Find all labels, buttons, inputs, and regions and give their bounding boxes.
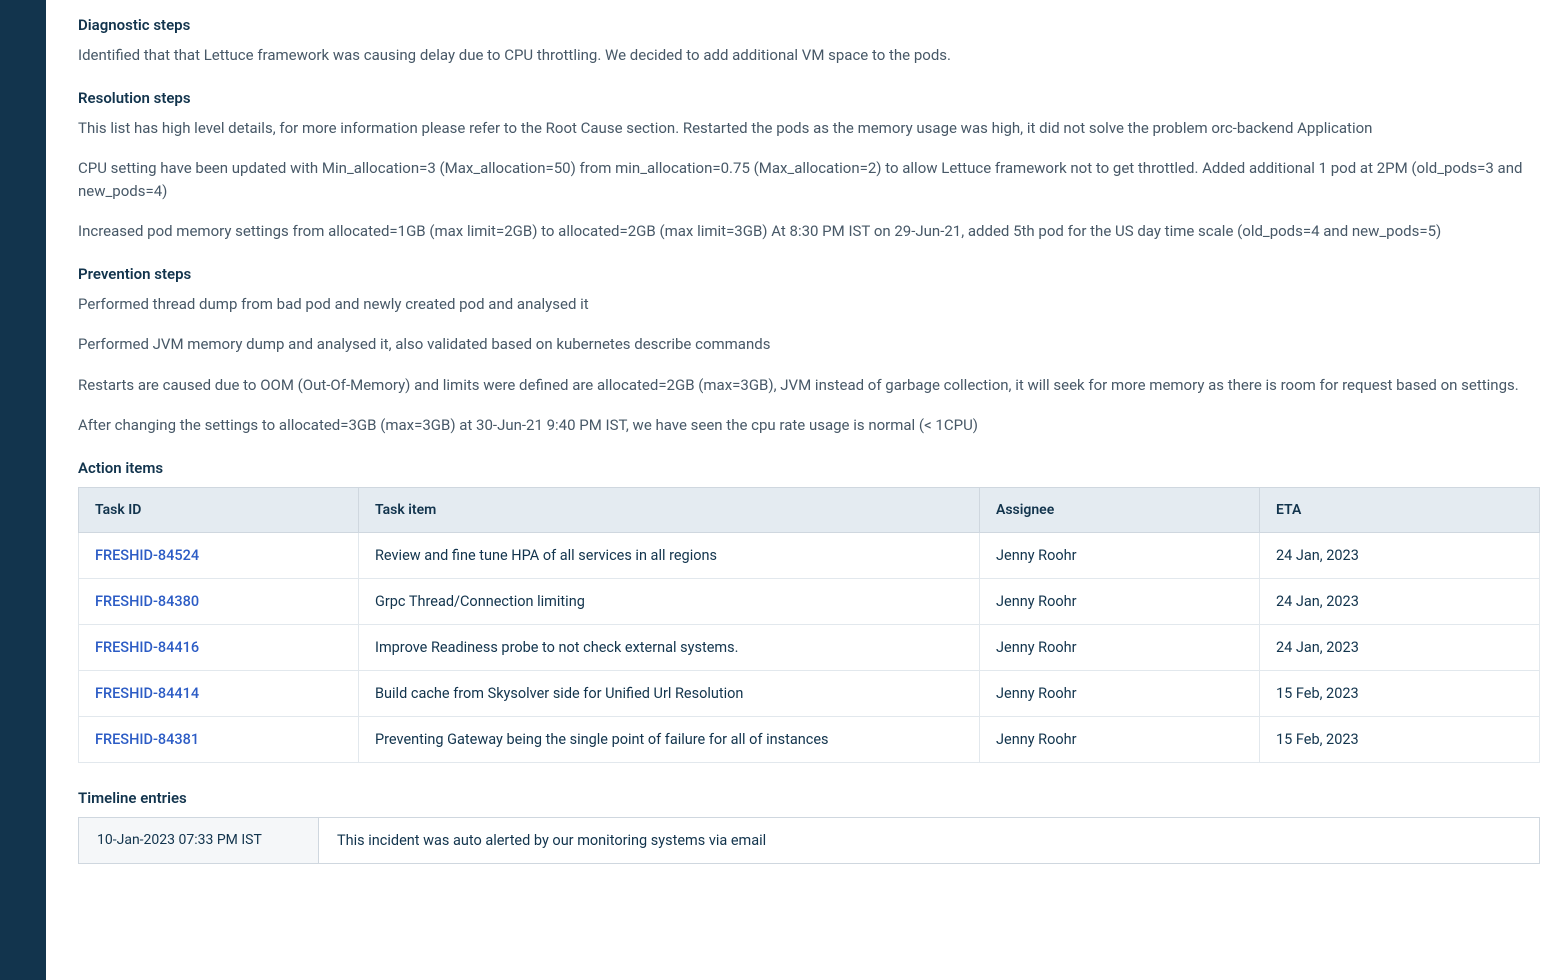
table-header-row: Task ID Task item Assignee ETA	[79, 487, 1540, 532]
col-header-task-item: Task item	[359, 487, 980, 532]
task-item-cell: Improve Readiness probe to not check ext…	[359, 624, 980, 670]
task-item-cell: Review and fine tune HPA of all services…	[359, 532, 980, 578]
task-item-cell: Preventing Gateway being the single poin…	[359, 716, 980, 762]
timeline-row: 10-Jan-2023 07:33 PM IST This incident w…	[79, 817, 1540, 863]
timeline-entries-heading: Timeline entries	[78, 789, 1542, 807]
task-id-link[interactable]: FRESHID-84524	[95, 547, 199, 564]
table-row: FRESHID-84524 Review and fine tune HPA o…	[79, 532, 1540, 578]
resolution-paragraph: Increased pod memory settings from alloc…	[78, 220, 1542, 243]
prevention-paragraph: After changing the settings to allocated…	[78, 414, 1542, 437]
timeline-timestamp: 10-Jan-2023 07:33 PM IST	[79, 817, 319, 863]
left-sidebar	[0, 0, 46, 980]
eta-cell: 15 Feb, 2023	[1260, 670, 1540, 716]
assignee-cell: Jenny Roohr	[980, 532, 1260, 578]
diagnostic-paragraph: Identified that that Lettuce framework w…	[78, 44, 1542, 67]
table-row: FRESHID-84416 Improve Readiness probe to…	[79, 624, 1540, 670]
assignee-cell: Jenny Roohr	[980, 578, 1260, 624]
resolution-paragraph: CPU setting have been updated with Min_a…	[78, 157, 1542, 202]
col-header-assignee: Assignee	[980, 487, 1260, 532]
prevention-paragraph: Restarts are caused due to OOM (Out-Of-M…	[78, 374, 1542, 397]
assignee-cell: Jenny Roohr	[980, 624, 1260, 670]
task-item-cell: Build cache from Skysolver side for Unif…	[359, 670, 980, 716]
task-id-link[interactable]: FRESHID-84380	[95, 593, 199, 610]
timeline-table: 10-Jan-2023 07:33 PM IST This incident w…	[78, 817, 1540, 864]
eta-cell: 15 Feb, 2023	[1260, 716, 1540, 762]
eta-cell: 24 Jan, 2023	[1260, 624, 1540, 670]
eta-cell: 24 Jan, 2023	[1260, 578, 1540, 624]
table-row: FRESHID-84414 Build cache from Skysolver…	[79, 670, 1540, 716]
prevention-steps-heading: Prevention steps	[78, 265, 1542, 283]
action-items-table: Task ID Task item Assignee ETA FRESHID-8…	[78, 487, 1540, 763]
task-item-cell: Grpc Thread/Connection limiting	[359, 578, 980, 624]
eta-cell: 24 Jan, 2023	[1260, 532, 1540, 578]
task-id-link[interactable]: FRESHID-84416	[95, 639, 199, 656]
diagnostic-steps-heading: Diagnostic steps	[78, 16, 1542, 34]
prevention-paragraph: Performed thread dump from bad pod and n…	[78, 293, 1542, 316]
resolution-steps-heading: Resolution steps	[78, 89, 1542, 107]
assignee-cell: Jenny Roohr	[980, 716, 1260, 762]
main-content: Diagnostic steps Identified that that Le…	[46, 0, 1542, 980]
assignee-cell: Jenny Roohr	[980, 670, 1260, 716]
resolution-paragraph: This list has high level details, for mo…	[78, 117, 1542, 140]
timeline-description: This incident was auto alerted by our mo…	[319, 817, 1540, 863]
action-items-heading: Action items	[78, 459, 1542, 477]
prevention-paragraph: Performed JVM memory dump and analysed i…	[78, 333, 1542, 356]
col-header-task-id: Task ID	[79, 487, 359, 532]
col-header-eta: ETA	[1260, 487, 1540, 532]
task-id-link[interactable]: FRESHID-84414	[95, 685, 199, 702]
table-row: FRESHID-84380 Grpc Thread/Connection lim…	[79, 578, 1540, 624]
task-id-link[interactable]: FRESHID-84381	[95, 731, 199, 748]
table-row: FRESHID-84381 Preventing Gateway being t…	[79, 716, 1540, 762]
